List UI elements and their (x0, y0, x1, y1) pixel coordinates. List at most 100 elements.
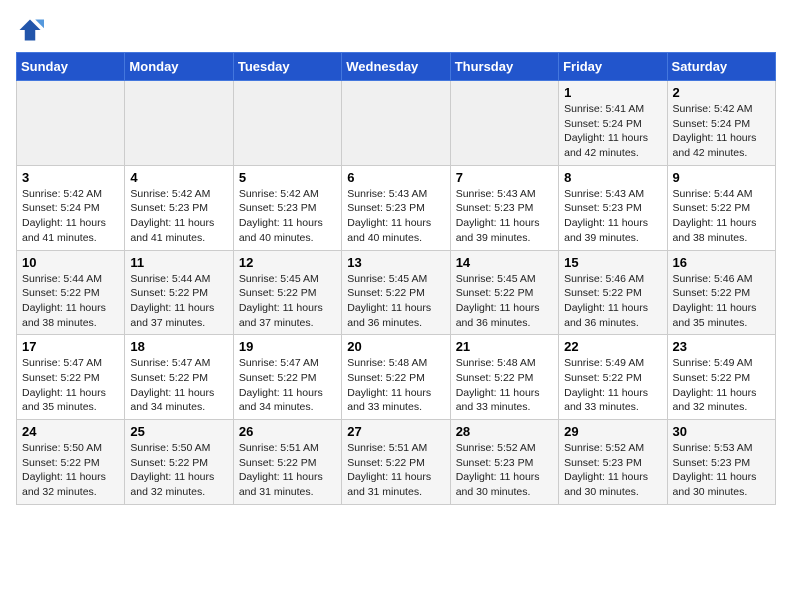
day-info: Sunrise: 5:50 AM Sunset: 5:22 PM Dayligh… (22, 441, 119, 500)
day-number: 21 (456, 339, 553, 354)
weekday-header-friday: Friday (559, 53, 667, 81)
day-info: Sunrise: 5:44 AM Sunset: 5:22 PM Dayligh… (673, 187, 770, 246)
day-cell (450, 81, 558, 166)
day-cell: 23 Sunrise: 5:49 AM Sunset: 5:22 PM Dayli… (667, 335, 775, 420)
weekday-header-sunday: Sunday (17, 53, 125, 81)
day-cell: 29 Sunrise: 5:52 AM Sunset: 5:23 PM Dayli… (559, 420, 667, 505)
day-cell: 19 Sunrise: 5:47 AM Sunset: 5:22 PM Dayli… (233, 335, 341, 420)
week-row-5: 24 Sunrise: 5:50 AM Sunset: 5:22 PM Dayli… (17, 420, 776, 505)
day-cell: 11Sunrise: 5:44 AM Sunset: 5:22 PM Dayli… (125, 250, 233, 335)
day-info: Sunrise: 5:46 AM Sunset: 5:22 PM Dayligh… (673, 272, 770, 331)
weekday-header-saturday: Saturday (667, 53, 775, 81)
day-cell: 26 Sunrise: 5:51 AM Sunset: 5:22 PM Dayli… (233, 420, 341, 505)
day-info: Sunrise: 5:48 AM Sunset: 5:22 PM Dayligh… (456, 356, 553, 415)
day-info: Sunrise: 5:49 AM Sunset: 5:22 PM Dayligh… (673, 356, 770, 415)
day-number: 14 (456, 255, 553, 270)
day-info: Sunrise: 5:47 AM Sunset: 5:22 PM Dayligh… (22, 356, 119, 415)
day-info: Sunrise: 5:44 AM Sunset: 5:22 PM Dayligh… (130, 272, 227, 331)
day-number: 18 (130, 339, 227, 354)
day-number: 9 (673, 170, 770, 185)
day-number: 17 (22, 339, 119, 354)
day-info: Sunrise: 5:51 AM Sunset: 5:22 PM Dayligh… (239, 441, 336, 500)
day-info: Sunrise: 5:42 AM Sunset: 5:24 PM Dayligh… (22, 187, 119, 246)
day-info: Sunrise: 5:44 AM Sunset: 5:22 PM Dayligh… (22, 272, 119, 331)
day-number: 26 (239, 424, 336, 439)
day-number: 3 (22, 170, 119, 185)
day-cell (17, 81, 125, 166)
day-cell: 8Sunrise: 5:43 AM Sunset: 5:23 PM Daylig… (559, 165, 667, 250)
day-info: Sunrise: 5:47 AM Sunset: 5:22 PM Dayligh… (239, 356, 336, 415)
day-cell: 21 Sunrise: 5:48 AM Sunset: 5:22 PM Dayli… (450, 335, 558, 420)
day-info: Sunrise: 5:45 AM Sunset: 5:22 PM Dayligh… (456, 272, 553, 331)
day-number: 12 (239, 255, 336, 270)
day-info: Sunrise: 5:45 AM Sunset: 5:22 PM Dayligh… (347, 272, 444, 331)
day-number: 6 (347, 170, 444, 185)
week-row-4: 17 Sunrise: 5:47 AM Sunset: 5:22 PM Dayli… (17, 335, 776, 420)
day-info: Sunrise: 5:45 AM Sunset: 5:22 PM Dayligh… (239, 272, 336, 331)
day-number: 28 (456, 424, 553, 439)
day-number: 13 (347, 255, 444, 270)
day-info: Sunrise: 5:42 AM Sunset: 5:23 PM Dayligh… (130, 187, 227, 246)
logo (16, 16, 48, 44)
day-cell: 15 Sunrise: 5:46 AM Sunset: 5:22 PM Dayli… (559, 250, 667, 335)
day-number: 20 (347, 339, 444, 354)
weekday-header-thursday: Thursday (450, 53, 558, 81)
day-number: 23 (673, 339, 770, 354)
day-cell: 13 Sunrise: 5:45 AM Sunset: 5:22 PM Dayli… (342, 250, 450, 335)
day-cell (125, 81, 233, 166)
day-cell: 12 Sunrise: 5:45 AM Sunset: 5:22 PM Dayli… (233, 250, 341, 335)
weekday-header-wednesday: Wednesday (342, 53, 450, 81)
week-row-2: 3 Sunrise: 5:42 AM Sunset: 5:24 PM Daylig… (17, 165, 776, 250)
day-info: Sunrise: 5:42 AM Sunset: 5:23 PM Dayligh… (239, 187, 336, 246)
day-cell: 24 Sunrise: 5:50 AM Sunset: 5:22 PM Dayli… (17, 420, 125, 505)
day-cell: 5 Sunrise: 5:42 AM Sunset: 5:23 PM Daylig… (233, 165, 341, 250)
day-number: 29 (564, 424, 661, 439)
day-info: Sunrise: 5:50 AM Sunset: 5:22 PM Dayligh… (130, 441, 227, 500)
day-number: 25 (130, 424, 227, 439)
day-cell: 14 Sunrise: 5:45 AM Sunset: 5:22 PM Dayli… (450, 250, 558, 335)
day-number: 10 (22, 255, 119, 270)
day-cell: 6 Sunrise: 5:43 AM Sunset: 5:23 PM Daylig… (342, 165, 450, 250)
day-number: 4 (130, 170, 227, 185)
logo-icon (16, 16, 44, 44)
day-info: Sunrise: 5:46 AM Sunset: 5:22 PM Dayligh… (564, 272, 661, 331)
day-number: 16 (673, 255, 770, 270)
day-number: 5 (239, 170, 336, 185)
day-info: Sunrise: 5:49 AM Sunset: 5:22 PM Dayligh… (564, 356, 661, 415)
calendar-table: SundayMondayTuesdayWednesdayThursdayFrid… (16, 52, 776, 505)
day-cell: 18Sunrise: 5:47 AM Sunset: 5:22 PM Dayli… (125, 335, 233, 420)
day-cell: 2 Sunrise: 5:42 AM Sunset: 5:24 PM Daylig… (667, 81, 775, 166)
day-info: Sunrise: 5:51 AM Sunset: 5:22 PM Dayligh… (347, 441, 444, 500)
day-info: Sunrise: 5:42 AM Sunset: 5:24 PM Dayligh… (673, 102, 770, 161)
day-number: 7 (456, 170, 553, 185)
day-number: 15 (564, 255, 661, 270)
day-cell: 9 Sunrise: 5:44 AM Sunset: 5:22 PM Daylig… (667, 165, 775, 250)
week-row-3: 10 Sunrise: 5:44 AM Sunset: 5:22 PM Dayli… (17, 250, 776, 335)
day-cell: 30Sunrise: 5:53 AM Sunset: 5:23 PM Dayli… (667, 420, 775, 505)
day-info: Sunrise: 5:43 AM Sunset: 5:23 PM Dayligh… (456, 187, 553, 246)
day-number: 22 (564, 339, 661, 354)
header (16, 16, 776, 44)
weekday-header-tuesday: Tuesday (233, 53, 341, 81)
day-info: Sunrise: 5:52 AM Sunset: 5:23 PM Dayligh… (456, 441, 553, 500)
day-number: 1 (564, 85, 661, 100)
day-cell: 25 Sunrise: 5:50 AM Sunset: 5:22 PM Dayli… (125, 420, 233, 505)
day-number: 30 (673, 424, 770, 439)
day-info: Sunrise: 5:43 AM Sunset: 5:23 PM Dayligh… (347, 187, 444, 246)
weekday-header-row: SundayMondayTuesdayWednesdayThursdayFrid… (17, 53, 776, 81)
day-info: Sunrise: 5:41 AM Sunset: 5:24 PM Dayligh… (564, 102, 661, 161)
day-cell (342, 81, 450, 166)
day-number: 19 (239, 339, 336, 354)
day-number: 24 (22, 424, 119, 439)
weekday-header-monday: Monday (125, 53, 233, 81)
day-cell: 28 Sunrise: 5:52 AM Sunset: 5:23 PM Dayli… (450, 420, 558, 505)
day-cell: 17 Sunrise: 5:47 AM Sunset: 5:22 PM Dayli… (17, 335, 125, 420)
day-info: Sunrise: 5:52 AM Sunset: 5:23 PM Dayligh… (564, 441, 661, 500)
day-cell: 3 Sunrise: 5:42 AM Sunset: 5:24 PM Daylig… (17, 165, 125, 250)
day-info: Sunrise: 5:43 AM Sunset: 5:23 PM Dayligh… (564, 187, 661, 246)
day-cell: 10 Sunrise: 5:44 AM Sunset: 5:22 PM Dayli… (17, 250, 125, 335)
day-number: 2 (673, 85, 770, 100)
day-number: 27 (347, 424, 444, 439)
day-cell: 20 Sunrise: 5:48 AM Sunset: 5:22 PM Dayli… (342, 335, 450, 420)
day-info: Sunrise: 5:48 AM Sunset: 5:22 PM Dayligh… (347, 356, 444, 415)
